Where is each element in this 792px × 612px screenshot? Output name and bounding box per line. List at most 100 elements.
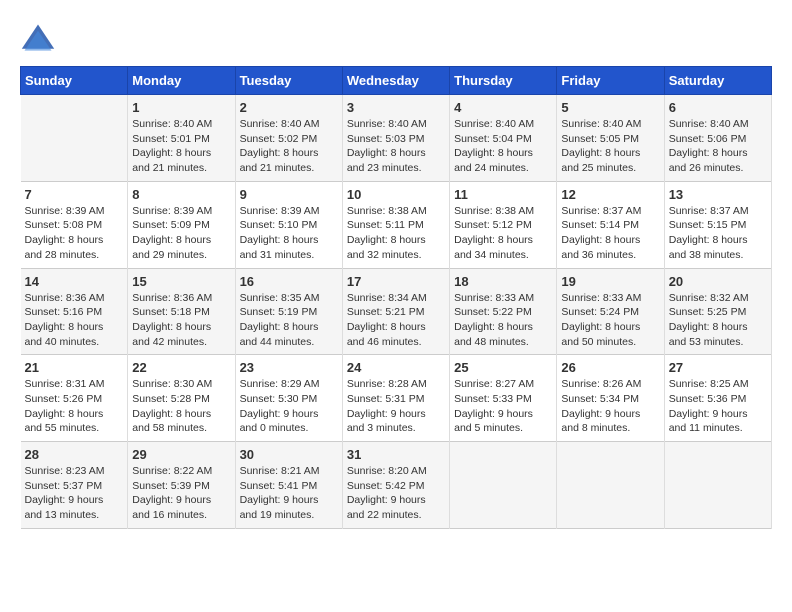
day-number: 3 <box>347 100 445 115</box>
day-number: 12 <box>561 187 659 202</box>
cell-content: Sunrise: 8:39 AM Sunset: 5:09 PM Dayligh… <box>132 204 230 263</box>
day-number: 27 <box>669 360 767 375</box>
day-number: 29 <box>132 447 230 462</box>
day-number: 23 <box>240 360 338 375</box>
day-number: 14 <box>25 274 124 289</box>
page-header <box>20 20 772 56</box>
calendar-cell: 12 Sunrise: 8:37 AM Sunset: 5:14 PM Dayli… <box>557 181 664 268</box>
calendar-cell: 13 Sunrise: 8:37 AM Sunset: 5:15 PM Dayli… <box>664 181 771 268</box>
cell-content: Sunrise: 8:22 AM Sunset: 5:39 PM Dayligh… <box>132 464 230 523</box>
cell-content: Sunrise: 8:30 AM Sunset: 5:28 PM Dayligh… <box>132 377 230 436</box>
day-number: 11 <box>454 187 552 202</box>
cell-content: Sunrise: 8:20 AM Sunset: 5:42 PM Dayligh… <box>347 464 445 523</box>
day-of-week-header: Monday <box>128 67 235 95</box>
day-of-week-header: Thursday <box>450 67 557 95</box>
day-of-week-header: Tuesday <box>235 67 342 95</box>
calendar-cell <box>450 442 557 529</box>
cell-content: Sunrise: 8:31 AM Sunset: 5:26 PM Dayligh… <box>25 377 124 436</box>
calendar-cell <box>664 442 771 529</box>
day-number: 31 <box>347 447 445 462</box>
calendar-cell: 31 Sunrise: 8:20 AM Sunset: 5:42 PM Dayli… <box>342 442 449 529</box>
day-number: 17 <box>347 274 445 289</box>
calendar-cell: 23Sunrise: 8:29 AM Sunset: 5:30 PM Dayli… <box>235 355 342 442</box>
calendar-cell: 28 Sunrise: 8:23 AM Sunset: 5:37 PM Dayli… <box>21 442 128 529</box>
logo <box>20 20 62 56</box>
calendar-cell: 2 Sunrise: 8:40 AM Sunset: 5:02 PM Daylig… <box>235 95 342 182</box>
calendar-cell: 17 Sunrise: 8:34 AM Sunset: 5:21 PM Dayli… <box>342 268 449 355</box>
calendar-cell: 14 Sunrise: 8:36 AM Sunset: 5:16 PM Dayli… <box>21 268 128 355</box>
cell-content: Sunrise: 8:37 AM Sunset: 5:15 PM Dayligh… <box>669 204 767 263</box>
day-number: 21 <box>25 360 124 375</box>
cell-content: Sunrise: 8:40 AM Sunset: 5:05 PM Dayligh… <box>561 117 659 176</box>
calendar-table: SundayMondayTuesdayWednesdayThursdayFrid… <box>20 66 772 529</box>
cell-content: Sunrise: 8:38 AM Sunset: 5:12 PM Dayligh… <box>454 204 552 263</box>
cell-content: Sunrise: 8:40 AM Sunset: 5:06 PM Dayligh… <box>669 117 767 176</box>
day-number: 13 <box>669 187 767 202</box>
calendar-cell: 10 Sunrise: 8:38 AM Sunset: 5:11 PM Dayli… <box>342 181 449 268</box>
calendar-cell: 9Sunrise: 8:39 AM Sunset: 5:10 PM Daylig… <box>235 181 342 268</box>
cell-content: Sunrise: 8:37 AM Sunset: 5:14 PM Dayligh… <box>561 204 659 263</box>
calendar-week-row: 7Sunrise: 8:39 AM Sunset: 5:08 PM Daylig… <box>21 181 772 268</box>
cell-content: Sunrise: 8:28 AM Sunset: 5:31 PM Dayligh… <box>347 377 445 436</box>
day-of-week-header: Friday <box>557 67 664 95</box>
calendar-cell: 24Sunrise: 8:28 AM Sunset: 5:31 PM Dayli… <box>342 355 449 442</box>
cell-content: Sunrise: 8:40 AM Sunset: 5:04 PM Dayligh… <box>454 117 552 176</box>
calendar-week-row: 1Sunrise: 8:40 AM Sunset: 5:01 PM Daylig… <box>21 95 772 182</box>
calendar-cell: 18 Sunrise: 8:33 AM Sunset: 5:22 PM Dayli… <box>450 268 557 355</box>
cell-content: Sunrise: 8:32 AM Sunset: 5:25 PM Dayligh… <box>669 291 767 350</box>
day-number: 5 <box>561 100 659 115</box>
day-of-week-header: Sunday <box>21 67 128 95</box>
cell-content: Sunrise: 8:25 AM Sunset: 5:36 PM Dayligh… <box>669 377 767 436</box>
day-number: 16 <box>240 274 338 289</box>
day-number: 10 <box>347 187 445 202</box>
cell-content: Sunrise: 8:36 AM Sunset: 5:18 PM Dayligh… <box>132 291 230 350</box>
day-number: 19 <box>561 274 659 289</box>
calendar-cell: 21 Sunrise: 8:31 AM Sunset: 5:26 PM Dayli… <box>21 355 128 442</box>
day-number: 25 <box>454 360 552 375</box>
calendar-cell: 22 Sunrise: 8:30 AM Sunset: 5:28 PM Dayli… <box>128 355 235 442</box>
cell-content: Sunrise: 8:27 AM Sunset: 5:33 PM Dayligh… <box>454 377 552 436</box>
day-number: 26 <box>561 360 659 375</box>
cell-content: Sunrise: 8:35 AM Sunset: 5:19 PM Dayligh… <box>240 291 338 350</box>
cell-content: Sunrise: 8:33 AM Sunset: 5:24 PM Dayligh… <box>561 291 659 350</box>
cell-content: Sunrise: 8:38 AM Sunset: 5:11 PM Dayligh… <box>347 204 445 263</box>
day-number: 20 <box>669 274 767 289</box>
calendar-cell: 11 Sunrise: 8:38 AM Sunset: 5:12 PM Dayli… <box>450 181 557 268</box>
cell-content: Sunrise: 8:39 AM Sunset: 5:10 PM Dayligh… <box>240 204 338 263</box>
calendar-cell: 1Sunrise: 8:40 AM Sunset: 5:01 PM Daylig… <box>128 95 235 182</box>
day-number: 15 <box>132 274 230 289</box>
day-number: 6 <box>669 100 767 115</box>
day-number: 22 <box>132 360 230 375</box>
calendar-cell: 26 Sunrise: 8:26 AM Sunset: 5:34 PM Dayli… <box>557 355 664 442</box>
day-number: 30 <box>240 447 338 462</box>
calendar-cell: 4Sunrise: 8:40 AM Sunset: 5:04 PM Daylig… <box>450 95 557 182</box>
calendar-header-row: SundayMondayTuesdayWednesdayThursdayFrid… <box>21 67 772 95</box>
cell-content: Sunrise: 8:40 AM Sunset: 5:03 PM Dayligh… <box>347 117 445 176</box>
calendar-cell: 8 Sunrise: 8:39 AM Sunset: 5:09 PM Daylig… <box>128 181 235 268</box>
calendar-cell: 3 Sunrise: 8:40 AM Sunset: 5:03 PM Daylig… <box>342 95 449 182</box>
calendar-cell: 5 Sunrise: 8:40 AM Sunset: 5:05 PM Daylig… <box>557 95 664 182</box>
cell-content: Sunrise: 8:23 AM Sunset: 5:37 PM Dayligh… <box>25 464 124 523</box>
day-number: 8 <box>132 187 230 202</box>
calendar-week-row: 21 Sunrise: 8:31 AM Sunset: 5:26 PM Dayli… <box>21 355 772 442</box>
cell-content: Sunrise: 8:40 AM Sunset: 5:02 PM Dayligh… <box>240 117 338 176</box>
calendar-cell: 16 Sunrise: 8:35 AM Sunset: 5:19 PM Dayli… <box>235 268 342 355</box>
calendar-cell: 27 Sunrise: 8:25 AM Sunset: 5:36 PM Dayli… <box>664 355 771 442</box>
calendar-cell <box>21 95 128 182</box>
cell-content: Sunrise: 8:33 AM Sunset: 5:22 PM Dayligh… <box>454 291 552 350</box>
cell-content: Sunrise: 8:39 AM Sunset: 5:08 PM Dayligh… <box>25 204 124 263</box>
calendar-cell: 20 Sunrise: 8:32 AM Sunset: 5:25 PM Dayli… <box>664 268 771 355</box>
calendar-cell: 29 Sunrise: 8:22 AM Sunset: 5:39 PM Dayli… <box>128 442 235 529</box>
day-number: 28 <box>25 447 124 462</box>
cell-content: Sunrise: 8:21 AM Sunset: 5:41 PM Dayligh… <box>240 464 338 523</box>
calendar-cell <box>557 442 664 529</box>
day-number: 18 <box>454 274 552 289</box>
cell-content: Sunrise: 8:26 AM Sunset: 5:34 PM Dayligh… <box>561 377 659 436</box>
cell-content: Sunrise: 8:36 AM Sunset: 5:16 PM Dayligh… <box>25 291 124 350</box>
day-of-week-header: Saturday <box>664 67 771 95</box>
logo-icon <box>20 20 56 56</box>
cell-content: Sunrise: 8:34 AM Sunset: 5:21 PM Dayligh… <box>347 291 445 350</box>
calendar-cell: 7Sunrise: 8:39 AM Sunset: 5:08 PM Daylig… <box>21 181 128 268</box>
day-number: 2 <box>240 100 338 115</box>
cell-content: Sunrise: 8:40 AM Sunset: 5:01 PM Dayligh… <box>132 117 230 176</box>
